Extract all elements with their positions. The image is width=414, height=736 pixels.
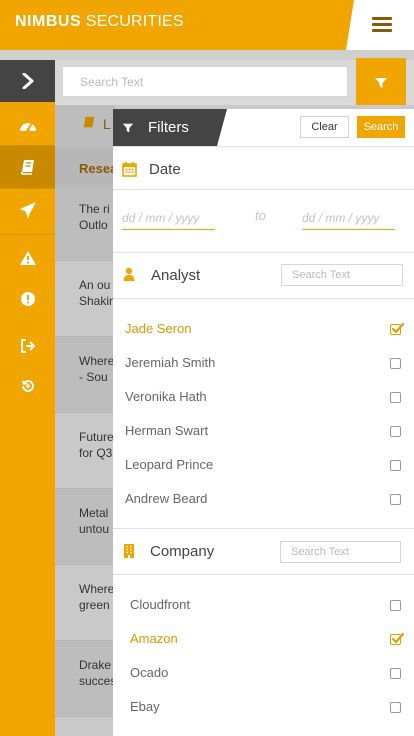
search-input[interactable] xyxy=(62,66,348,97)
reset-icon xyxy=(21,380,34,392)
company-option-checkbox[interactable] xyxy=(390,702,401,713)
research-row-text: Where xyxy=(79,354,115,368)
building-icon xyxy=(124,544,134,558)
funnel-icon xyxy=(375,77,387,88)
analyst-option-label[interactable]: Jeremiah Smith xyxy=(125,355,215,370)
research-list-row[interactable]: An ou Shakin xyxy=(55,261,115,337)
analyst-option-checkbox[interactable] xyxy=(390,322,404,335)
research-row-text: for Q3 xyxy=(79,446,113,460)
sign-out-icon xyxy=(20,339,35,353)
company-section-label: Company xyxy=(150,543,215,560)
research-row-text: Metal xyxy=(79,506,109,520)
analyst-option-label[interactable]: Herman Swart xyxy=(125,423,208,438)
funnel-icon xyxy=(122,123,134,132)
analyst-option-label[interactable]: Andrew Beard xyxy=(125,491,207,506)
company-option-checkbox[interactable] xyxy=(390,668,401,679)
sidebar-item-travel[interactable] xyxy=(0,190,55,230)
research-row-text: Drake xyxy=(79,658,112,672)
company-option-label[interactable]: Amazon xyxy=(130,631,178,646)
analyst-option-checkbox[interactable] xyxy=(390,494,401,505)
user-icon xyxy=(123,267,135,281)
filter-toggle-button[interactable] xyxy=(356,58,406,107)
research-column-label: Resea xyxy=(79,161,118,176)
analyst-option-checkbox[interactable] xyxy=(390,392,401,403)
divider xyxy=(113,146,414,147)
analyst-search-input[interactable] xyxy=(281,264,403,286)
research-list-header: L xyxy=(55,105,115,147)
dashboard-gauge-icon xyxy=(19,122,36,132)
research-row-text: untou xyxy=(79,522,110,536)
research-list-row[interactable]: Future for Q3 xyxy=(55,413,115,489)
research-list-row[interactable]: Metal untou xyxy=(55,489,115,565)
company-search-input[interactable] xyxy=(280,541,401,563)
company-option-checkbox[interactable] xyxy=(390,632,404,645)
research-row-text: The ri xyxy=(79,202,110,216)
sidebar-item-research[interactable] xyxy=(0,146,55,188)
brand-logo: NIMBUS SECURITIES xyxy=(15,13,184,31)
divider xyxy=(113,189,414,190)
chevron-right-icon xyxy=(22,73,33,89)
research-row-text: green xyxy=(79,598,110,612)
sidebar-toggle-button[interactable] xyxy=(0,60,55,102)
analyst-option-label[interactable]: Jade Seron xyxy=(125,321,192,336)
divider xyxy=(113,298,414,299)
research-list-title: L xyxy=(103,116,111,132)
sidebar-divider xyxy=(0,188,55,189)
research-row-text: - Sou xyxy=(79,370,108,384)
company-option-label[interactable]: Ebay xyxy=(130,699,160,714)
divider xyxy=(113,574,414,575)
plane-icon xyxy=(19,201,36,219)
analyst-option-checkbox[interactable] xyxy=(390,460,401,471)
analyst-option-label[interactable]: Veronika Hath xyxy=(125,389,207,404)
sidebar xyxy=(0,60,55,736)
filter-title-text: Filters xyxy=(148,119,189,136)
brand-name-light: SECURITIES xyxy=(85,13,184,30)
company-option-checkbox[interactable] xyxy=(390,600,401,611)
book-icon xyxy=(20,160,34,175)
warning-triangle-icon xyxy=(19,251,36,265)
research-column-header: Resea xyxy=(55,147,118,189)
date-range-separator: to xyxy=(255,208,266,223)
clear-filters-button[interactable]: Clear xyxy=(300,116,349,138)
hamburger-icon[interactable] xyxy=(372,17,392,33)
checkmark-icon xyxy=(391,322,404,334)
company-option-label[interactable]: Ocado xyxy=(130,665,168,680)
filter-panel-title: Filters xyxy=(113,109,227,146)
apply-search-button[interactable]: Search xyxy=(357,116,405,138)
divider xyxy=(113,528,414,529)
analyst-option-label[interactable]: Leopard Prince xyxy=(125,457,213,472)
sidebar-item-logout[interactable] xyxy=(0,326,55,366)
research-list-row[interactable]: Where - Sou xyxy=(55,337,115,413)
analyst-option-checkbox[interactable] xyxy=(390,358,401,369)
research-row-text: Shakin xyxy=(79,294,115,308)
exclamation-circle-icon xyxy=(20,292,35,306)
calendar-icon xyxy=(122,162,137,177)
date-section-label: Date xyxy=(149,161,181,178)
research-row-text: Future xyxy=(79,430,114,444)
sidebar-divider xyxy=(0,234,55,235)
book-icon xyxy=(83,116,95,128)
brand-name-bold: NIMBUS xyxy=(15,13,82,30)
research-row-text: Outlo xyxy=(79,218,108,232)
divider xyxy=(113,252,414,253)
date-from-input[interactable] xyxy=(122,206,215,230)
sidebar-item-dashboard[interactable] xyxy=(0,105,55,145)
sidebar-item-alerts[interactable] xyxy=(0,238,55,278)
analyst-section-label: Analyst xyxy=(151,267,201,284)
header-divider xyxy=(0,50,414,60)
research-list-row[interactable]: Where green xyxy=(55,565,115,641)
research-list-row[interactable]: Drake succes xyxy=(55,641,115,717)
sidebar-item-notices[interactable] xyxy=(0,279,55,319)
date-to-input[interactable] xyxy=(302,206,395,230)
research-row-text: succes xyxy=(79,674,115,688)
sidebar-item-reset[interactable] xyxy=(0,366,55,406)
checkmark-icon xyxy=(391,632,404,644)
research-row-text: An ou xyxy=(79,278,111,292)
company-option-label[interactable]: Cloudfront xyxy=(130,597,190,612)
analyst-option-checkbox[interactable] xyxy=(390,426,401,437)
research-row-text: Where xyxy=(79,582,115,596)
research-list-row[interactable]: The ri Outlo xyxy=(55,185,115,261)
